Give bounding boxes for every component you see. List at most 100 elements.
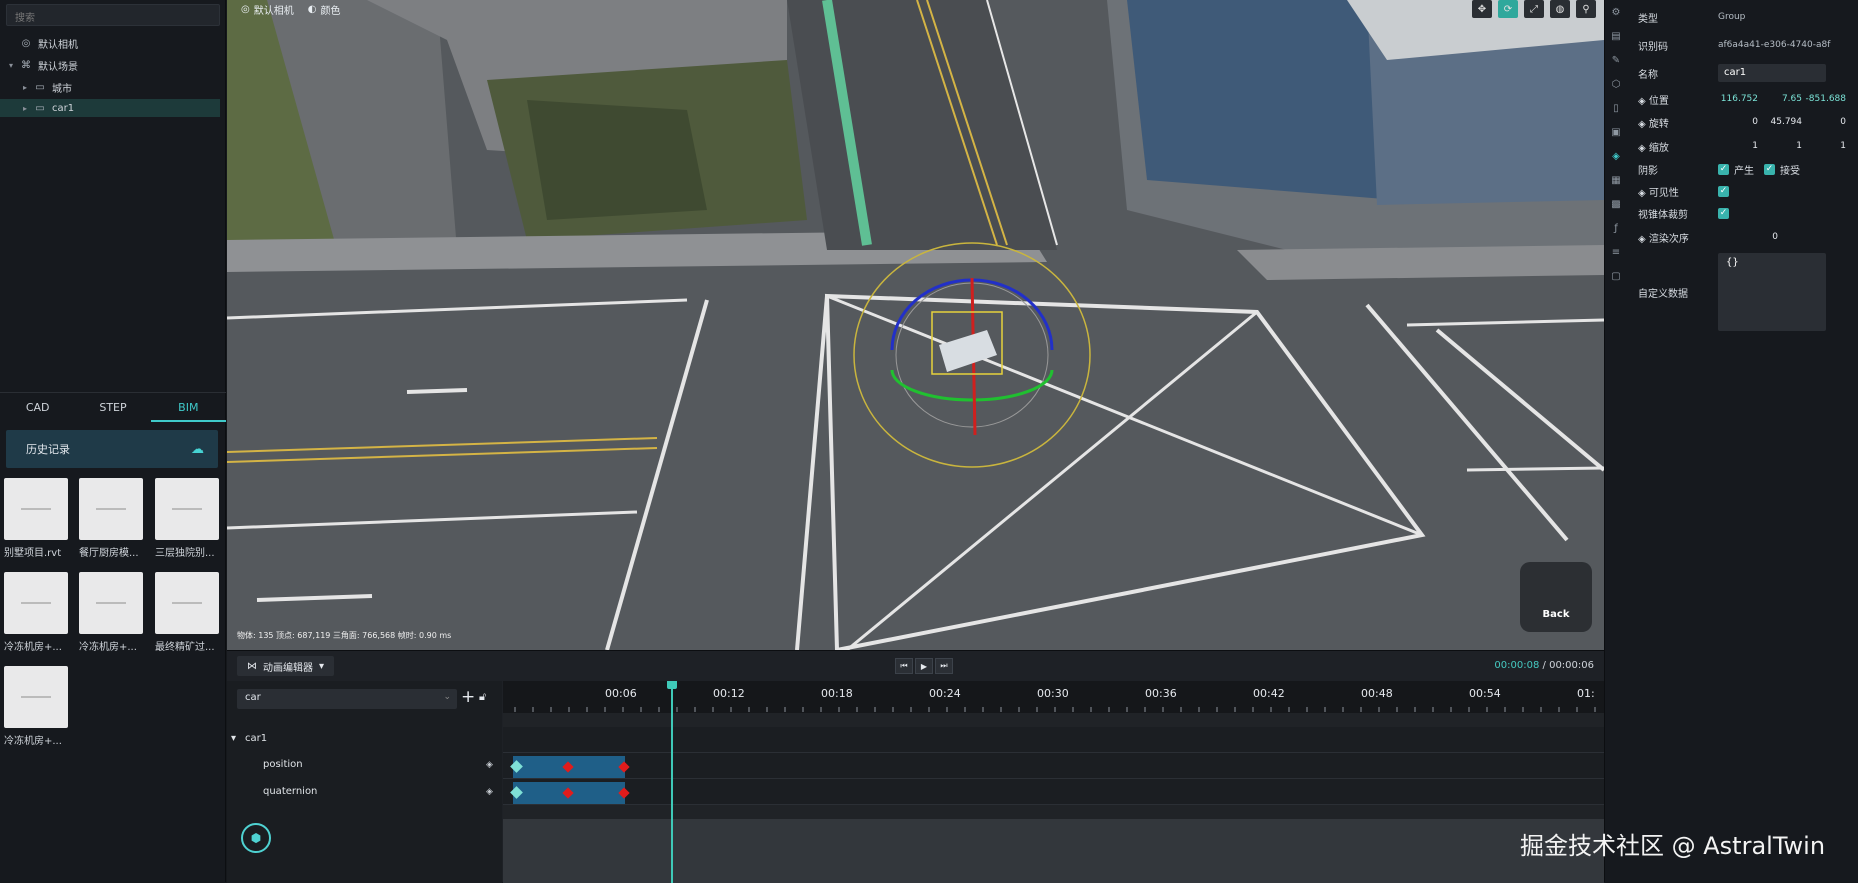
model-thumbnail[interactable]: 冷冻机房+... <box>4 666 68 747</box>
tree-item-label: 默认场景 <box>38 61 78 73</box>
tree-item-city[interactable]: ▸ ▭ 城市 <box>0 78 220 96</box>
model-thumbnail[interactable]: 最终精矿过... <box>155 572 219 653</box>
prop-name: 名称 car1 <box>1638 64 1852 82</box>
prop-label: ◈ 可见性 <box>1638 187 1679 199</box>
3d-viewport[interactable]: ◎ 默认相机 ◐ 颜色 ✥ ⟳ ⤢ ◍ ⚲ 物体: 135 顶点: 687,119 … <box>227 0 1604 650</box>
visible-checkbox[interactable]: ✓ <box>1718 185 1729 197</box>
tab-step[interactable]: STEP <box>75 393 150 422</box>
keyframe <box>562 787 574 799</box>
chevron-down-icon[interactable]: ▾ <box>6 61 16 70</box>
history-button[interactable]: 历史记录 ☁ <box>6 430 218 468</box>
tree-item-camera[interactable]: ◎ 默认相机 <box>0 34 220 52</box>
cast-shadow-checkbox[interactable]: ✓ <box>1718 163 1729 175</box>
model-thumbnail[interactable]: 别墅项目.rvt <box>4 478 68 559</box>
tab-bim[interactable]: BIM <box>150 393 226 422</box>
model-thumbnail[interactable]: 冷冻机房+... <box>4 572 68 653</box>
tree-item-scene[interactable]: ▾ ⌘ 默认场景 <box>0 56 220 74</box>
file-icon[interactable]: ▯ <box>1605 96 1627 120</box>
keyframe-start <box>510 786 523 799</box>
layers-icon[interactable]: ▤ <box>1605 24 1627 48</box>
move-tool-icon[interactable]: ✥ <box>1472 0 1492 18</box>
prop-type: 类型 Group <box>1638 8 1852 26</box>
camera-label: 默认相机 <box>253 6 294 17</box>
texture-icon[interactable]: ▩ <box>1605 192 1627 216</box>
object-select[interactable]: car ⌄ <box>237 689 457 709</box>
view-cube-label: Back <box>1542 609 1570 620</box>
play-icon[interactable]: ▶ <box>915 658 933 674</box>
rotation-x[interactable]: 0 <box>1714 117 1758 127</box>
scale-z[interactable]: 1 <box>1802 141 1846 151</box>
scale-tool-icon[interactable]: ⤢ <box>1524 0 1544 18</box>
script-icon[interactable]: ƒ <box>1605 216 1627 240</box>
settings-icon[interactable]: ⚙ <box>1605 0 1627 24</box>
thumbnail-image <box>79 478 143 540</box>
receive-shadow-checkbox[interactable]: ✓ <box>1764 163 1775 175</box>
chevron-down-icon[interactable]: ▾ <box>231 733 236 744</box>
playhead[interactable] <box>671 681 673 883</box>
time-readout: 00:00:08 / 00:00:06 <box>1494 660 1594 671</box>
list-icon[interactable]: ≡ <box>1605 240 1627 264</box>
model-thumbnail[interactable]: 三层独院别... <box>155 478 219 559</box>
folder-icon: ▭ <box>35 102 45 114</box>
view-cube[interactable]: Back <box>1520 562 1592 632</box>
prop-label: 自定义数据 <box>1638 288 1688 300</box>
skip-start-icon[interactable]: ⏮ <box>895 658 913 674</box>
chevron-right-icon[interactable]: ▸ <box>20 83 30 92</box>
cloud-upload-icon[interactable]: ☁ <box>191 442 204 457</box>
theme-toggle[interactable]: ◐ 颜色 <box>308 2 341 17</box>
tab-cad[interactable]: CAD <box>0 393 75 422</box>
camera-select[interactable]: ◎ 默认相机 <box>241 2 294 17</box>
record-icon[interactable]: ⬢ <box>241 823 271 853</box>
name-input[interactable]: car1 <box>1718 64 1826 82</box>
model-thumbnail[interactable]: 餐厅厨房模... <box>79 478 143 559</box>
rotate-tool-icon[interactable]: ⟳ <box>1498 0 1518 18</box>
position-x[interactable]: 116.752 <box>1714 94 1758 104</box>
scene-icon: ⌘ <box>21 59 31 71</box>
tree-item-label: car1 <box>52 102 75 114</box>
object-icon[interactable]: ◈ <box>1605 144 1627 168</box>
timeline-empty-area[interactable] <box>503 819 1604 883</box>
keyframe <box>618 787 630 799</box>
timeline-area[interactable]: 00:06 00:12 00:18 00:24 00:30 00:36 00:4… <box>503 681 1604 883</box>
thumbnail-caption: 别墅项目.rvt <box>4 548 62 559</box>
model-thumbnail[interactable]: 冷冻机房+... <box>79 572 143 653</box>
custom-data-textarea[interactable]: {} <box>1718 253 1826 331</box>
scale-x[interactable]: 1 <box>1714 141 1758 151</box>
render-order-value[interactable]: 0 <box>1758 232 1778 242</box>
scale-y[interactable]: 1 <box>1758 141 1802 151</box>
keyframe <box>618 761 630 773</box>
playback-controls: ⏮ ▶ ⏭ <box>895 658 953 674</box>
keyframe-add-icon[interactable]: ◈ <box>486 760 493 770</box>
material-icon[interactable]: ▦ <box>1605 168 1627 192</box>
animation-editor-tab[interactable]: ⋈ 动画编辑器 ▾ <box>237 656 335 676</box>
search-input[interactable]: 搜索 <box>6 4 220 26</box>
add-track-icon[interactable]: + <box>461 687 475 707</box>
track-label-quaternion: quaternion <box>263 786 318 797</box>
tree-item-label: 城市 <box>52 83 72 95</box>
transform-tools: ✥ ⟳ ⤢ ◍ ⚲ <box>1472 0 1596 18</box>
document-icon[interactable]: ▢ <box>1605 264 1627 288</box>
lock-icon[interactable]: 🔓︎ <box>479 690 486 704</box>
frustum-culling-checkbox[interactable]: ✓ <box>1718 207 1729 219</box>
keyframe-add-icon[interactable]: ◈ <box>486 787 493 797</box>
image-icon[interactable]: ▣ <box>1605 120 1627 144</box>
snap-icon[interactable]: ⚲ <box>1576 0 1596 18</box>
prop-label: ◈ 缩放 <box>1638 142 1669 154</box>
thumbnail-image <box>4 478 68 540</box>
track-list: car ⌄ + 🔓︎ ▾ car1 position ◈ quaternion … <box>227 681 502 883</box>
position-y[interactable]: 7.65 <box>1758 94 1802 104</box>
skip-end-icon[interactable]: ⏭ <box>935 658 953 674</box>
globe-icon[interactable]: ◍ <box>1550 0 1570 18</box>
animation-editor: ⋈ 动画编辑器 ▾ ⏮ ▶ ⏭ 00:00:08 / 00:00:06 car … <box>227 650 1604 883</box>
playhead-handle[interactable] <box>667 681 677 689</box>
tool-icon[interactable]: ✎ <box>1605 48 1627 72</box>
shape-icon[interactable]: ⬡ <box>1605 72 1627 96</box>
chevron-right-icon[interactable]: ▸ <box>20 104 30 113</box>
rotation-y[interactable]: 45.794 <box>1758 117 1803 127</box>
camera-icon: ◎ <box>241 4 250 15</box>
contrast-icon: ◐ <box>307 4 317 15</box>
tree-item-car1[interactable]: ▸ ▭ car1 <box>0 99 220 117</box>
position-z[interactable]: -851.688 <box>1802 94 1846 104</box>
rotation-z[interactable]: 0 <box>1802 117 1846 127</box>
viewport-toolbar: ◎ 默认相机 ◐ 颜色 <box>241 2 340 17</box>
